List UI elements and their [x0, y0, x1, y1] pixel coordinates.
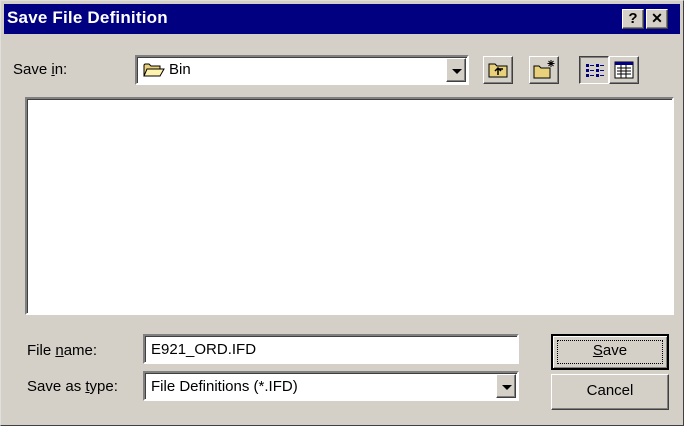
up-one-level-button[interactable]: [483, 56, 513, 84]
details-view-button[interactable]: [609, 56, 639, 84]
save-file-dialog: Save File Definition ? ✕ Save in: Bin Fi…: [0, 0, 684, 426]
file-name-label: File name:: [27, 342, 98, 359]
cancel-button[interactable]: Cancel: [551, 374, 669, 410]
save-button[interactable]: Save: [551, 334, 669, 370]
save-in-dropdown-arrow[interactable]: [446, 58, 466, 82]
save-in-label: Save in:: [13, 61, 68, 78]
file-name-value: E921_ORD.IFD: [151, 341, 257, 358]
list-view-button[interactable]: [579, 56, 609, 84]
details-view-icon: [614, 61, 634, 79]
save-as-type-label: Save as type:: [27, 378, 118, 395]
window-title: Save File Definition: [7, 8, 168, 27]
folder-icon: [143, 62, 165, 81]
title-bar[interactable]: Save File Definition ? ✕: [4, 4, 680, 34]
save-as-type-dropdown-arrow[interactable]: [496, 374, 516, 398]
save-in-combo[interactable]: Bin: [135, 55, 469, 85]
up-one-level-icon: [488, 63, 508, 78]
save-as-type-value: File Definitions (*.IFD): [151, 378, 298, 395]
close-button[interactable]: ✕: [646, 9, 668, 29]
help-button[interactable]: ?: [622, 9, 644, 29]
save-in-value: Bin: [169, 61, 191, 78]
create-new-folder-button[interactable]: [529, 56, 559, 84]
save-as-type-combo[interactable]: File Definitions (*.IFD): [143, 371, 519, 401]
create-new-folder-icon: [533, 60, 555, 79]
file-list[interactable]: [25, 97, 674, 315]
file-name-input[interactable]: E921_ORD.IFD: [143, 334, 519, 364]
list-view-icon: [586, 64, 604, 77]
